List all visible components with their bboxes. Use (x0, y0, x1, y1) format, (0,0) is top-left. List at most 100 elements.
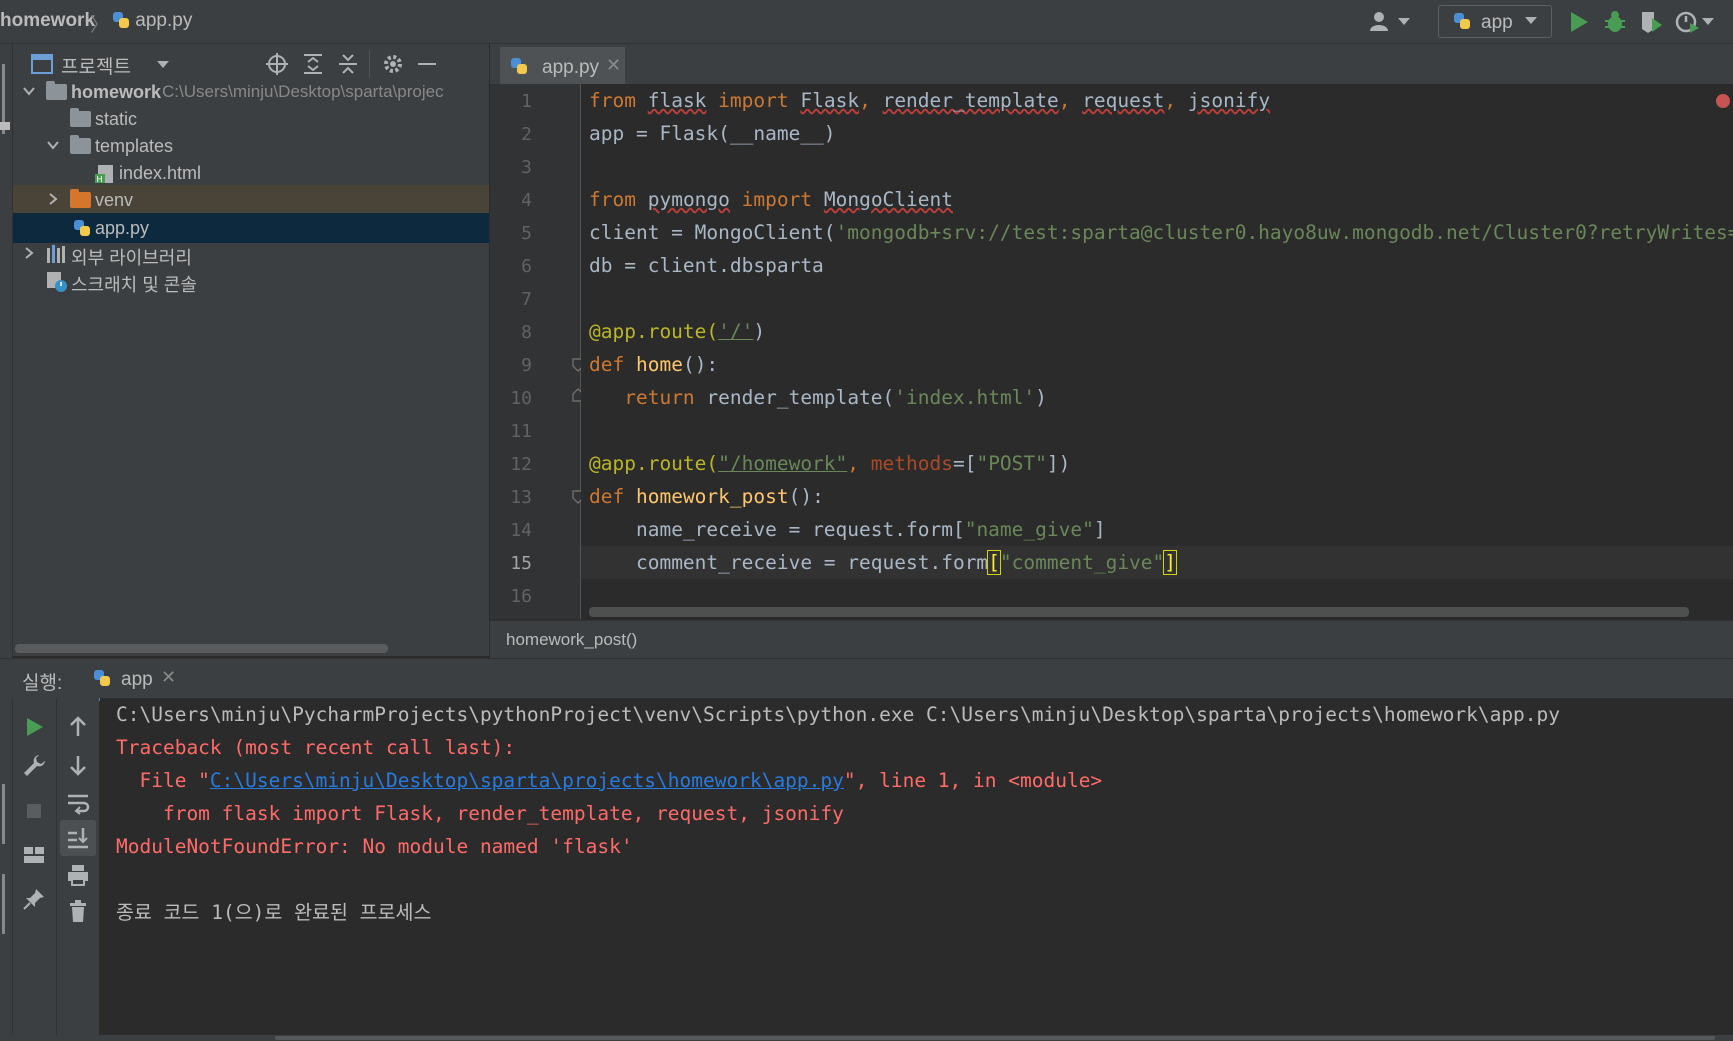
chevron-down-icon[interactable] (45, 137, 61, 153)
debug-icon[interactable] (1602, 9, 1628, 35)
line-number: 9 (521, 355, 532, 376)
expand-all-icon[interactable] (301, 52, 325, 76)
console-traceback-line: Traceback (most recent call last): (116, 736, 516, 759)
line-number: 11 (510, 421, 532, 442)
run-console-output[interactable]: C:\Users\minju\PycharmProjects\pythonPro… (100, 698, 1733, 1035)
python-icon (1453, 12, 1471, 30)
structure-tool-window-handle[interactable] (2, 784, 5, 844)
user-account-icon[interactable] (1368, 9, 1394, 35)
python-file-icon (510, 57, 528, 75)
breadcrumb-file[interactable]: app.py (112, 10, 192, 32)
code-token: (): (788, 485, 824, 508)
arrow-up-icon[interactable] (65, 714, 91, 740)
collapse-all-icon[interactable] (336, 52, 360, 76)
editor-horizontal-scrollbar[interactable] (589, 607, 1689, 617)
stop-icon[interactable] (21, 798, 47, 824)
code-keyword: def (589, 353, 625, 376)
run-panel-header: 실행: app ✕ (0, 658, 1733, 701)
console-text: File " (116, 769, 210, 792)
tab-label: app.py (542, 57, 600, 78)
tree-item-root-label: homework (71, 82, 162, 102)
rerun-icon[interactable] (21, 714, 47, 740)
trash-icon[interactable] (65, 898, 91, 924)
close-icon[interactable]: ✕ (606, 55, 621, 76)
arrow-down-icon[interactable] (65, 752, 91, 778)
scratches-icon (47, 272, 67, 292)
line-number: 16 (510, 586, 532, 607)
code-function-name: home (635, 353, 683, 376)
pin-icon[interactable] (21, 886, 47, 912)
console-file-line: File "C:\Users\minju\Desktop\sparta\proj… (116, 764, 1102, 797)
code-line-8: @app.route('/') (589, 315, 765, 348)
code-token: Flask (800, 89, 860, 112)
code-token: jsonify (1187, 89, 1271, 112)
project-view-dropdown-icon[interactable] (157, 61, 169, 68)
print-icon[interactable] (65, 862, 91, 888)
locate-file-icon[interactable] (265, 52, 289, 76)
line-number: 2 (521, 124, 532, 145)
code-line-5: client = MongoClient('mongodb+srv://test… (589, 216, 1733, 249)
tree-item-venv[interactable]: venv (13, 185, 489, 215)
code-token: pymongo (647, 188, 730, 211)
bracket-match: ] (1163, 550, 1178, 575)
tab-app-py[interactable]: app.py ✕ (500, 47, 625, 87)
console-exit-line: 종료 코드 1(으)로 완료된 프로세스 (116, 901, 432, 924)
code-token: =[ (952, 452, 977, 475)
tree-item-label: static (95, 109, 138, 129)
code-line-2: app = Flask(__name__) (589, 122, 836, 145)
code-editor[interactable]: from flask import Flask, render_template… (581, 84, 1733, 619)
code-token: ) (753, 320, 766, 343)
user-account-caret-icon[interactable] (1398, 18, 1410, 25)
run-icon[interactable] (1566, 9, 1592, 35)
scroll-to-end-button[interactable] (60, 820, 96, 856)
code-token: ]) (1046, 452, 1071, 475)
tree-item-external-libraries[interactable]: 외부 라이브러리 (13, 239, 489, 269)
error-indicator-icon[interactable] (1716, 94, 1730, 108)
breadcrumb-project[interactable]: homework (0, 10, 95, 32)
code-token: (): (682, 353, 719, 376)
profile-caret-icon[interactable] (1702, 18, 1714, 25)
line-number: 5 (521, 223, 532, 244)
tree-item-scratches[interactable]: 스크래치 및 콘솔 (13, 266, 489, 296)
run-tab-app[interactable]: app ✕ (73, 659, 191, 701)
breadcrumb-file-label: app.py (135, 10, 193, 31)
layout-icon[interactable] (21, 842, 47, 868)
tree-item-templates[interactable]: templates (13, 131, 489, 161)
code-token: request (1082, 89, 1165, 112)
wrench-icon[interactable] (21, 752, 47, 778)
editor-tab-bar: app.py ✕ (490, 44, 1733, 87)
folder-icon (70, 135, 91, 154)
console-file-link[interactable]: C:\Users\minju\Desktop\sparta\projects\h… (210, 769, 844, 792)
run-toolbar-secondary (57, 698, 99, 1035)
tree-item-static[interactable]: static (13, 104, 489, 134)
code-line-14: name_receive = request.form["name_give"] (589, 513, 1106, 546)
chevron-down-icon[interactable] (21, 83, 37, 99)
chevron-right-icon[interactable] (45, 191, 61, 207)
code-token: from (589, 89, 636, 112)
run-panel-title: 실행: (22, 673, 63, 694)
tree-item-root[interactable]: homework C:\Users\minju\Desktop\sparta\p… (13, 77, 489, 107)
code-function-name: homework_post (635, 485, 789, 508)
code-line-13: def homework_post(): (589, 480, 824, 513)
chevron-right-icon[interactable] (21, 245, 37, 261)
soft-wrap-icon[interactable] (65, 790, 91, 816)
python-icon (93, 669, 111, 687)
breadcrumb-function[interactable]: homework_post() (506, 630, 637, 650)
profile-icon[interactable] (1674, 9, 1700, 35)
excluded-folder-icon (70, 189, 91, 208)
favorites-tool-window-handle[interactable] (2, 874, 5, 934)
project-horizontal-scrollbar[interactable] (15, 644, 388, 653)
line-number-gutter[interactable]: 1 2 3 4 5 6 7 8 9 10 11 12 13 14 15 16 (490, 84, 584, 619)
left-tool-stripe (0, 44, 13, 1041)
project-panel-title[interactable]: 프로젝트 (61, 52, 131, 79)
close-icon[interactable]: ✕ (161, 667, 176, 688)
code-keyword: return (624, 386, 695, 409)
run-configuration-select[interactable]: app (1438, 5, 1552, 38)
gear-icon[interactable] (381, 52, 405, 76)
console-horizontal-scrollbar[interactable] (275, 1036, 1715, 1040)
console-command-line: C:\Users\minju\PycharmProjects\pythonPro… (116, 703, 1561, 726)
tree-item-index-html[interactable]: H index.html (13, 158, 489, 188)
code-string: "comment_give" (999, 551, 1165, 574)
run-with-coverage-icon[interactable] (1638, 9, 1664, 35)
minimize-icon[interactable] (418, 63, 436, 65)
